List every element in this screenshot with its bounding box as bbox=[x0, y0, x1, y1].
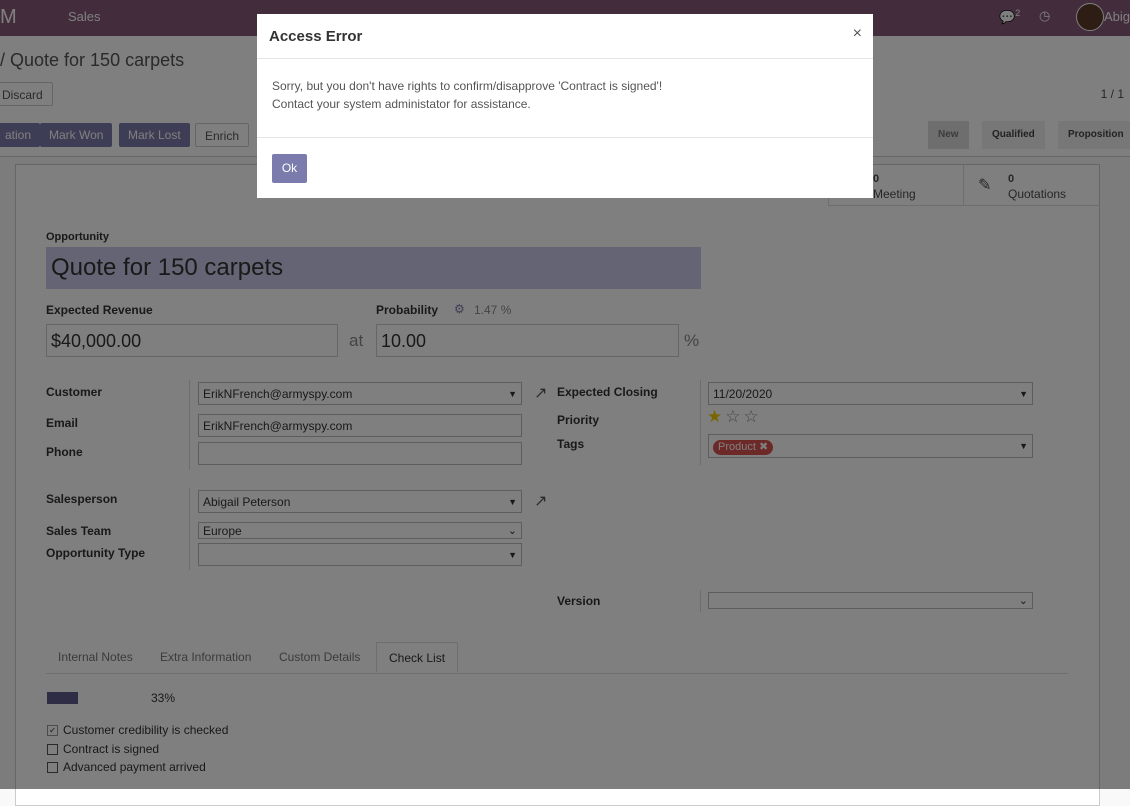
access-error-dialog: Access Error × Sorry, but you don't have… bbox=[257, 14, 873, 198]
ok-button[interactable]: Ok bbox=[272, 154, 307, 183]
dialog-body: Sorry, but you don't have rights to conf… bbox=[272, 77, 662, 113]
dialog-header: Access Error × bbox=[257, 14, 873, 59]
dialog-message-line: Sorry, but you don't have rights to conf… bbox=[272, 79, 663, 93]
dialog-message-line: Contact your system administator for ass… bbox=[272, 97, 531, 111]
dialog-footer: Ok bbox=[257, 137, 873, 199]
close-icon[interactable]: × bbox=[853, 25, 862, 43]
dialog-title: Access Error bbox=[269, 28, 363, 45]
